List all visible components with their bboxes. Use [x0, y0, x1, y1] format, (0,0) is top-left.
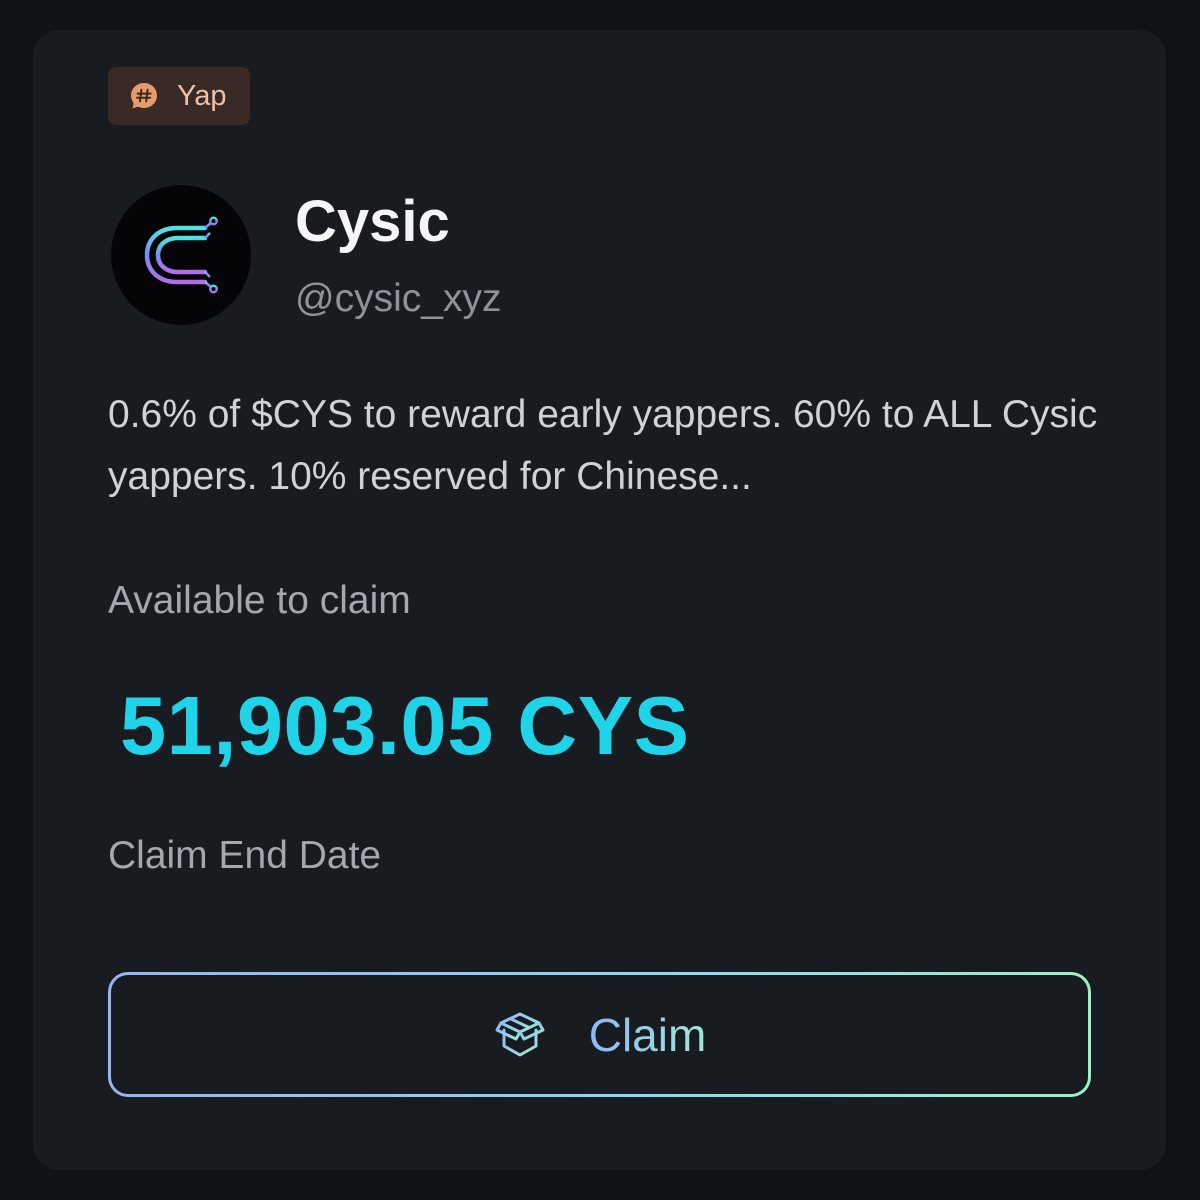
claim-amount: 51,903.05 CYS: [120, 679, 690, 772]
project-handle: @cysic_xyz: [295, 277, 502, 320]
gift-box-icon: [495, 1012, 545, 1056]
hash-icon: [131, 83, 157, 109]
yap-tag: Yap: [108, 67, 250, 125]
claim-button-body: Claim: [111, 975, 1088, 1094]
claim-end-date-label: Claim End Date: [108, 834, 382, 877]
airdrop-claim-card: Yap Cysic @cysic_xyz 0.6% of $CYS to rew…: [33, 30, 1166, 1170]
available-to-claim-label: Available to claim: [108, 579, 411, 622]
cysic-logo: [111, 185, 251, 325]
project-description: 0.6% of $CYS to reward early yappers. 60…: [108, 393, 1098, 498]
cysic-c-logo-icon: [144, 216, 218, 294]
claim-button[interactable]: Claim: [108, 972, 1091, 1097]
claim-button-label: Claim: [588, 1008, 707, 1061]
project-name: Cysic: [295, 189, 450, 254]
tag-label: Yap: [177, 79, 227, 112]
